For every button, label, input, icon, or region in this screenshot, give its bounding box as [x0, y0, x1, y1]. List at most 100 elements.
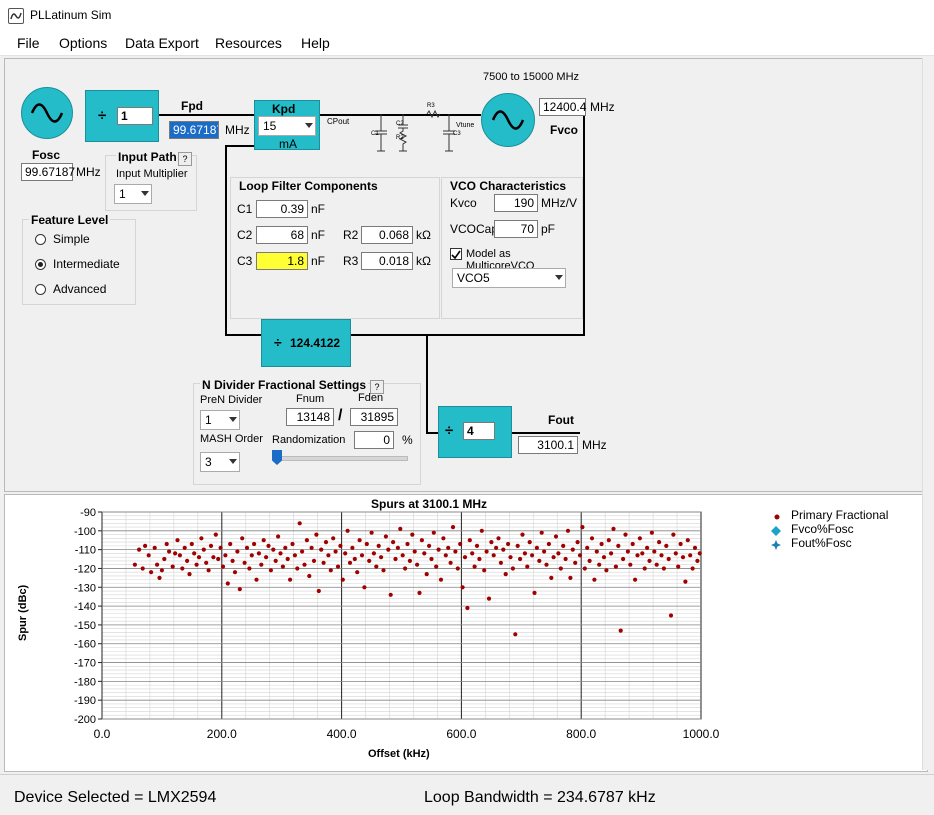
data-point: [240, 536, 245, 541]
data-point: [436, 547, 441, 552]
fpd-input[interactable]: 99.67187: [169, 121, 219, 139]
data-point: [230, 558, 235, 563]
fden-input[interactable]: 31895: [350, 408, 398, 426]
input-path-title: Input Path: [116, 150, 179, 164]
fout-input[interactable]: 3100.1: [518, 436, 578, 454]
kvco-unit: MHz/V: [541, 196, 577, 210]
data-point: [304, 538, 309, 543]
data-point: [582, 566, 587, 571]
data-point: [664, 543, 669, 548]
data-point: [143, 543, 148, 548]
c1-input[interactable]: 0.39: [256, 200, 308, 218]
data-point: [132, 562, 137, 567]
menu-data-export[interactable]: Data Export: [125, 35, 199, 51]
data-point: [333, 549, 338, 554]
data-point: [355, 570, 360, 575]
help-icon[interactable]: ?: [178, 152, 192, 166]
randomization-slider-track[interactable]: [274, 456, 408, 461]
input-multiplier-select[interactable]: 1: [114, 184, 152, 204]
c2-unit: nF: [311, 228, 326, 242]
kvco-input[interactable]: 190: [494, 194, 538, 212]
data-point: [549, 575, 554, 580]
data-point: [415, 562, 420, 567]
data-point: [261, 538, 266, 543]
c2-input[interactable]: 68: [256, 226, 308, 244]
kpd-block: Kpd 15 mA: [254, 100, 320, 151]
data-point: [266, 543, 271, 548]
vco-core-select[interactable]: VCO5: [452, 268, 566, 288]
fvco-input[interactable]: 12400.4: [539, 98, 586, 116]
vcocap-input[interactable]: 70: [494, 220, 538, 238]
data-point: [307, 573, 312, 579]
radio-intermediate[interactable]: [35, 259, 46, 270]
c3-field-label: C3: [237, 254, 253, 268]
radio-intermediate-label: Intermediate: [53, 257, 120, 271]
radio-simple[interactable]: [35, 234, 46, 245]
randomization-slider-thumb[interactable]: [272, 450, 282, 465]
y-tick-label: -180: [74, 676, 96, 688]
data-point: [688, 553, 693, 558]
fosc-input[interactable]: 99.67187: [21, 163, 75, 181]
wire: [583, 114, 585, 336]
data-point: [328, 568, 333, 573]
data-point: [606, 538, 611, 543]
data-point: [268, 568, 273, 573]
data-point: [379, 555, 384, 560]
data-point: [604, 568, 609, 573]
ref-divider-input[interactable]: 1: [117, 107, 153, 125]
data-point: [438, 577, 444, 582]
multicore-checkbox[interactable]: [450, 248, 462, 260]
y-tick-label: -110: [75, 545, 96, 557]
r3-input[interactable]: 0.018: [361, 252, 413, 270]
vcocap-label: VCOCap: [450, 222, 499, 236]
out-divider-input[interactable]: 4: [463, 422, 495, 440]
data-point: [453, 549, 458, 554]
data-point: [553, 534, 559, 539]
input-multiplier-label: Input Multiplier: [116, 168, 188, 180]
r2-input[interactable]: 0.068: [361, 226, 413, 244]
kvco-label: Kvco: [450, 196, 477, 210]
legend-marker-fout: [771, 539, 781, 553]
data-point: [486, 596, 492, 601]
data-point: [645, 545, 650, 550]
data-point: [647, 558, 652, 563]
fden-label: Fden: [358, 392, 384, 404]
radio-advanced[interactable]: [35, 284, 46, 295]
fnum-input[interactable]: 13148: [286, 408, 334, 426]
data-point: [228, 541, 233, 547]
y-tick-label: -190: [74, 695, 96, 707]
data-point: [314, 532, 319, 537]
menu-options[interactable]: Options: [59, 35, 107, 51]
randomization-input[interactable]: 0: [354, 431, 394, 449]
menu-file[interactable]: File: [17, 35, 40, 51]
data-point: [685, 538, 690, 543]
data-point: [400, 553, 405, 558]
data-point: [520, 532, 525, 537]
data-point: [350, 545, 355, 550]
data-point: [621, 556, 626, 562]
data-point: [477, 556, 482, 562]
data-point: [580, 525, 585, 530]
c3-label: C3: [453, 131, 461, 137]
ref-divider-block: ÷ 1: [85, 90, 159, 142]
menu-help[interactable]: Help: [301, 35, 330, 51]
c3-input[interactable]: 1.8: [256, 252, 308, 270]
divide-icon: ÷: [274, 334, 282, 350]
x-tick-label: 200.0: [207, 727, 237, 741]
data-point: [311, 558, 317, 563]
feature-level-group: Feature Level Simple Intermediate Advanc…: [22, 213, 136, 305]
data-point: [692, 545, 698, 550]
data-point: [146, 553, 151, 558]
kpd-select[interactable]: 15: [258, 116, 316, 136]
y-tick-label: -120: [74, 563, 96, 575]
data-point: [506, 541, 511, 547]
menu-resources[interactable]: Resources: [215, 35, 282, 51]
vertical-scrollbar[interactable]: [922, 58, 934, 770]
data-point: [510, 566, 515, 571]
mash-select[interactable]: 3: [200, 452, 240, 472]
c2-label: C2: [396, 121, 404, 127]
data-point: [162, 556, 167, 562]
mash-value: 3: [205, 455, 212, 469]
data-point: [192, 551, 197, 556]
pren-select[interactable]: 1: [200, 410, 240, 430]
